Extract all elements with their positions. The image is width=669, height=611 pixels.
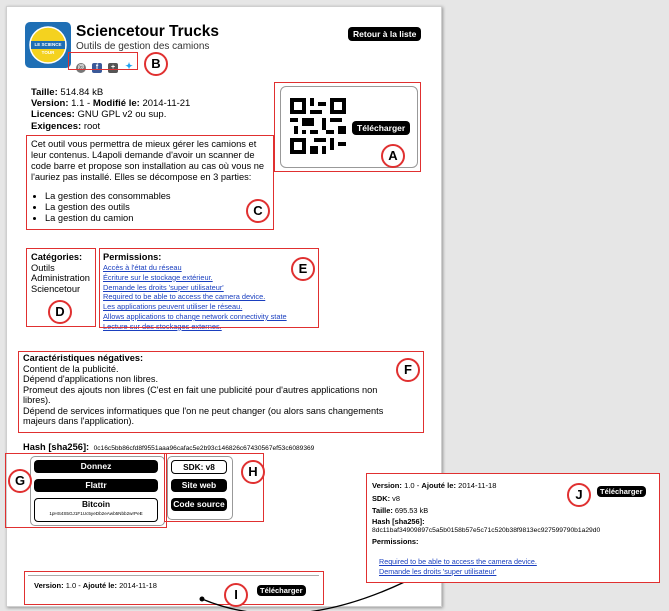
- expanded-added-value: 2014-11-18: [458, 481, 497, 490]
- expanded-download-button[interactable]: Télécharger: [597, 486, 646, 497]
- expanded-details: SDK: v8 Taille: 695.53 kB Hash [sha256]:…: [372, 493, 600, 547]
- expanded-version-value: 1.0: [404, 481, 415, 490]
- expanded-sdk-value: v8: [392, 494, 400, 503]
- expanded-permission-link[interactable]: Required to be able to access the camera…: [379, 557, 537, 567]
- expanded-version-label: Version:: [372, 481, 402, 490]
- expanded-permission-link[interactable]: Demande les droits 'super utilisateur': [379, 567, 537, 577]
- expanded-hash-value: 8dc11baf34909897c5a5b0158b57e5c71c520b38…: [372, 526, 601, 534]
- expanded-permissions: Required to be able to access the camera…: [379, 557, 537, 576]
- expanded-version-row: Version: 1.0 - Ajouté le: 2014-11-18: [372, 481, 497, 490]
- expanded-added-label: Ajouté le:: [421, 481, 457, 490]
- expanded-sdk-label: SDK:: [372, 494, 391, 503]
- expanded-size-label: Taille:: [372, 505, 393, 515]
- expanded-size-value: 695.53 kB: [394, 505, 429, 515]
- marker-j: J: [567, 483, 591, 507]
- expanded-version-panel: Version: 1.0 - Ajouté le: 2014-11-18 Tél…: [366, 473, 660, 583]
- expanded-permissions-title: Permissions:: [372, 536, 419, 546]
